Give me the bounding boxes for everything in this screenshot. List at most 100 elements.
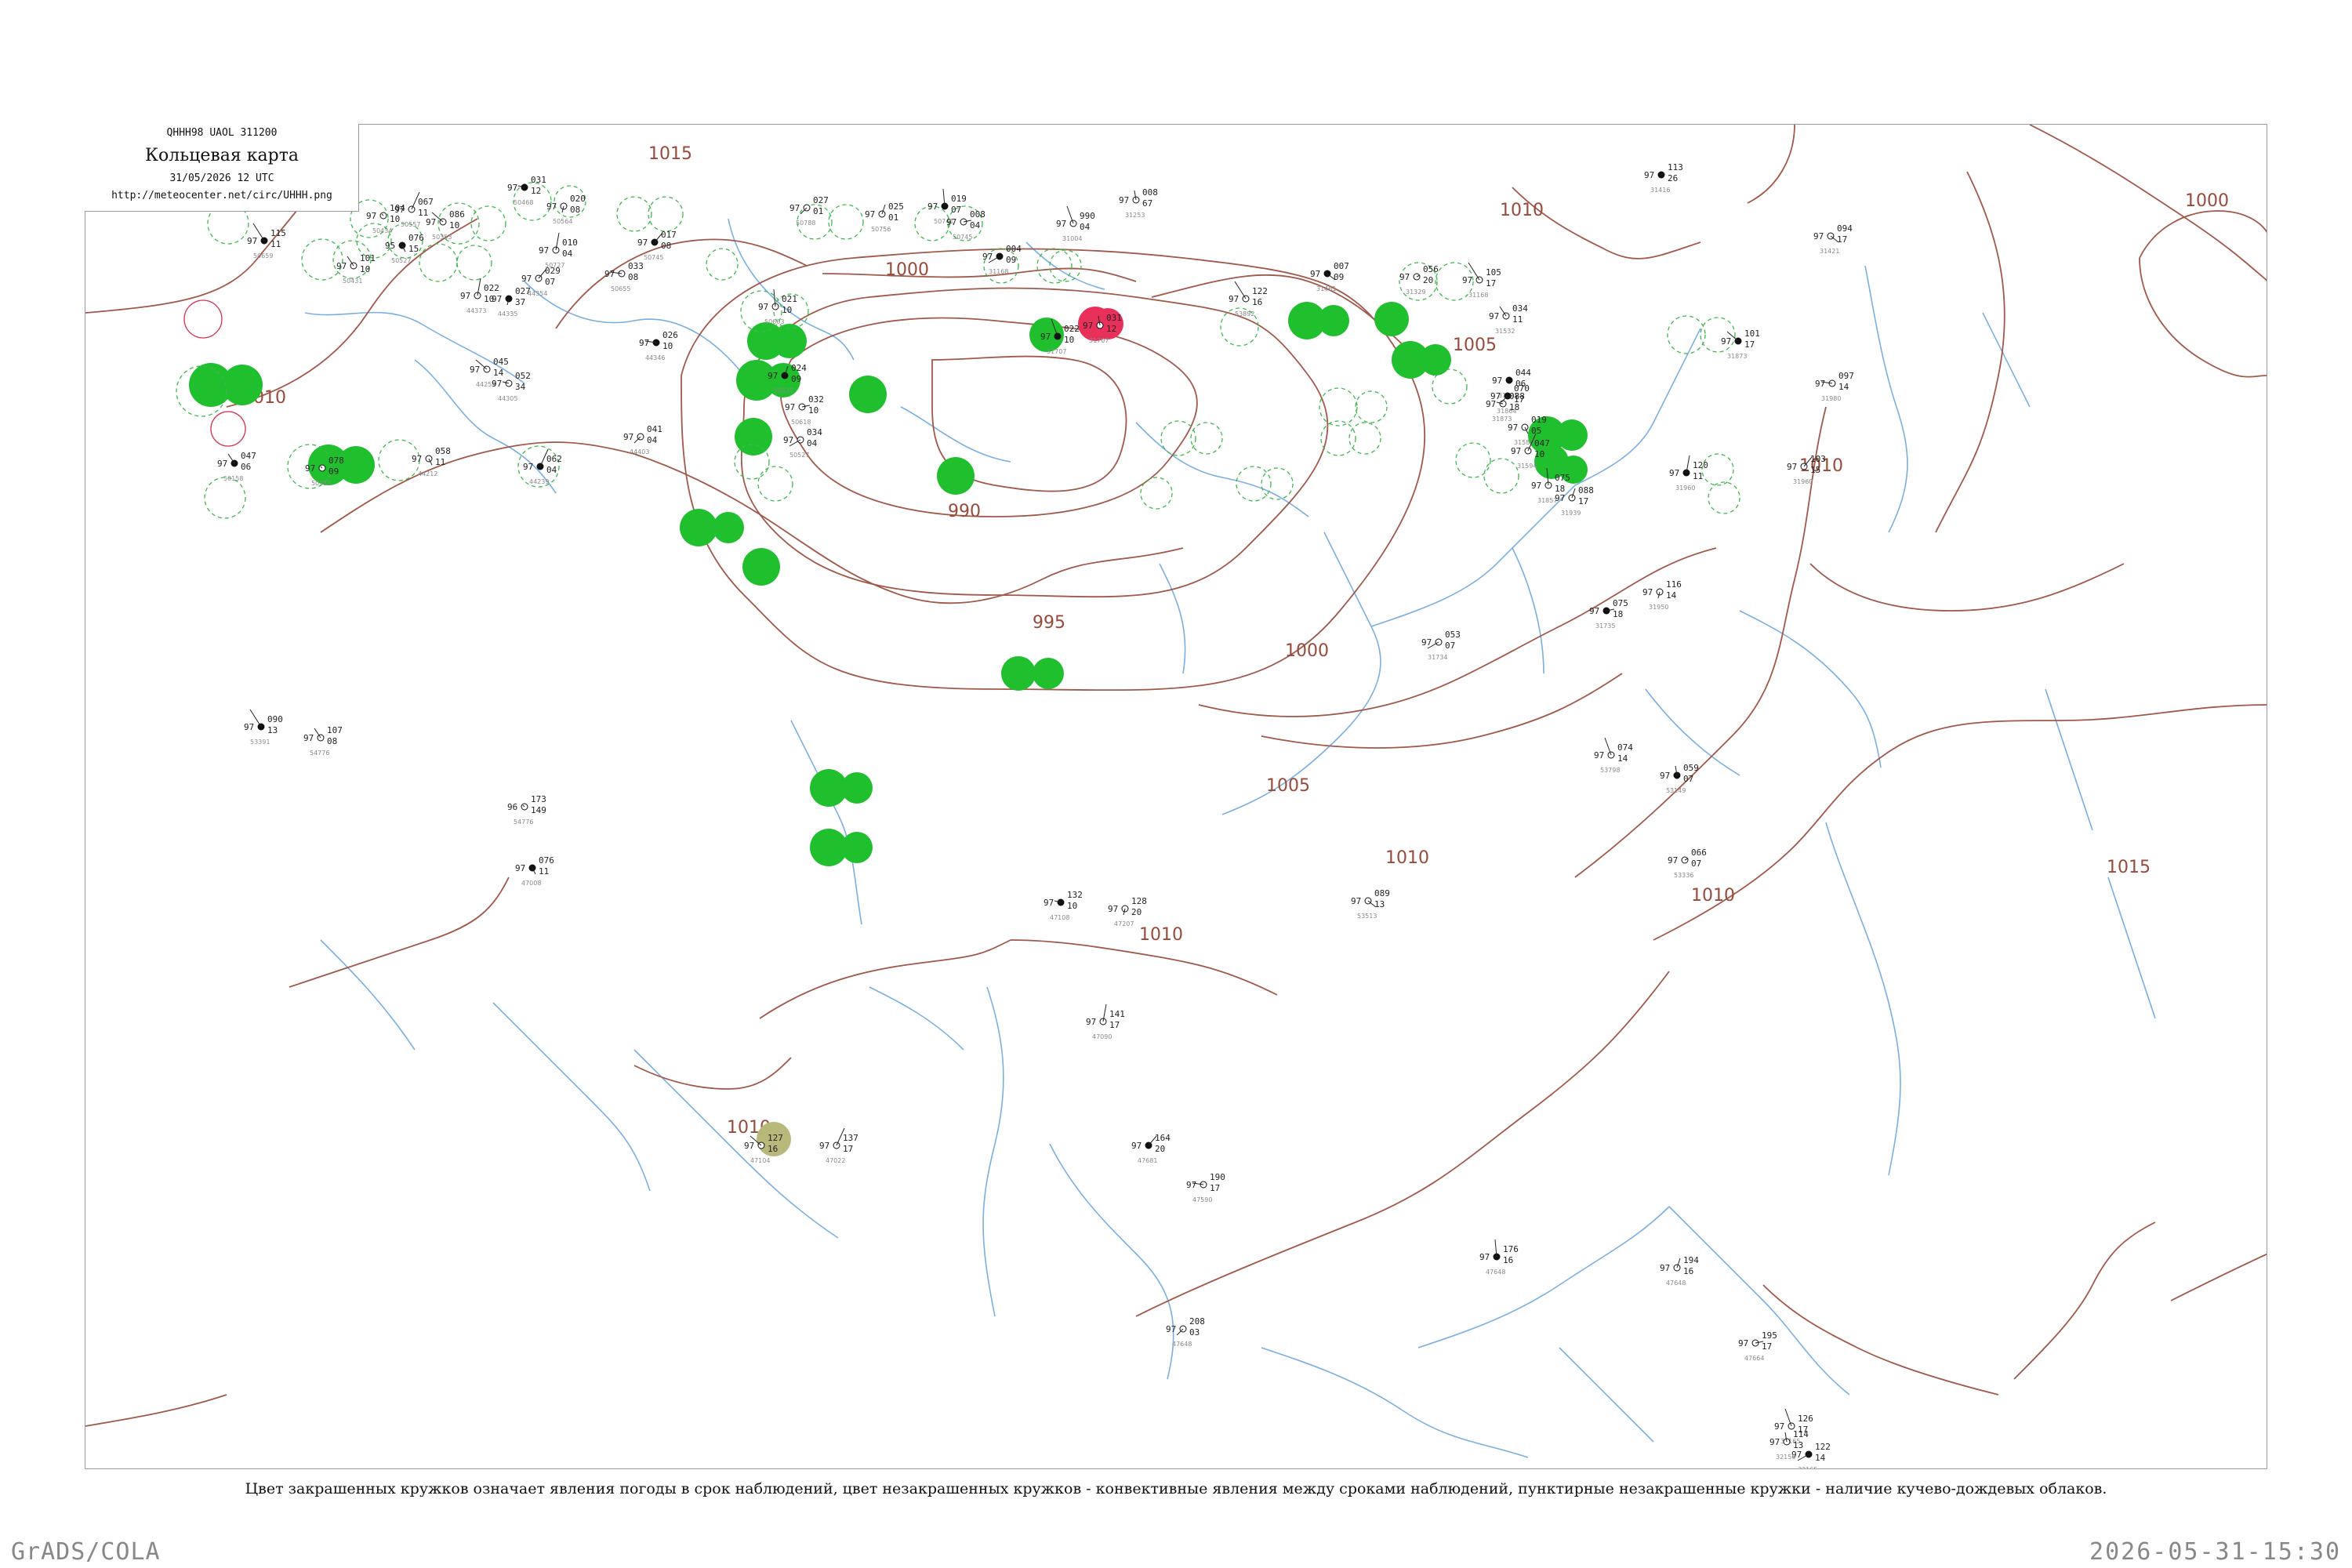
cb-marker [757,466,793,502]
station-index: 47664 [1744,1355,1764,1362]
station-index: 31873 [1727,353,1747,360]
station-plot: 97 09714 31980 [1815,371,1854,402]
cb-marker [1432,368,1468,405]
station-tendency-value: 01 [813,206,823,216]
station-index: 47008 [521,880,541,887]
station-index: 31734 [1428,654,1447,661]
station-pressure-tendency: 95 [385,241,395,251]
rain-marker [1033,658,1064,689]
cb-marker [1708,481,1740,514]
station-index: 50603 [764,318,784,325]
station-index: 31168 [989,268,1008,275]
station-pressure: 076 [408,233,424,243]
station-pressure-tendency: 97 [1056,219,1066,229]
station-pressure: 094 [1837,223,1853,234]
station-pressure: 045 [493,357,509,367]
station-pressure: 990 [1080,211,1095,221]
station-index: 47648 [1486,1269,1505,1276]
station-plot: 97 07414 53798 [1594,737,1633,774]
rain-marker [1318,305,1349,336]
station-pressure-tendency: 97 [768,371,778,381]
station-tendency-value: 17 [1578,496,1588,506]
rain-marker [849,376,887,413]
station-index: 32150 [1776,1454,1795,1461]
station-pressure-tendency: 97 [523,462,533,472]
isobar-label: 1010 [1500,201,1544,220]
station-tendency-value: 17 [1514,394,1524,405]
station-pressure-tendency: 97 [1131,1141,1142,1151]
station-index: 31960 [1793,478,1813,485]
station-plot: 97 10517 31168 [1462,262,1501,299]
map-caption: Цвет закрашенных кружков означает явлени… [245,1480,2107,1497]
station-pressure-tendency: 97 [1668,855,1678,866]
cb-marker [1455,442,1491,478]
station-tendency-value: 04 [562,249,573,259]
station-pressure: 078 [328,456,344,466]
station-tendency-value: 14 [493,368,504,378]
station-plot: 97 05307 31734 [1421,630,1461,661]
station-tendency-value: 12 [1106,324,1116,334]
station-plot: 97 13717 47022 [819,1127,858,1164]
station-tendency-value: 17 [1109,1020,1120,1030]
station-pressure: 128 [1131,896,1147,906]
station-plot: 97 10708 54776 [303,725,343,757]
rain-marker [222,365,263,405]
station-plot: 97 99004 31004 [1056,205,1095,242]
station-tendency-value: 10 [360,264,370,274]
station-pressure-tendency: 97 [1044,898,1054,908]
station-index: 54776 [514,818,533,826]
station-index: 31960 [1675,485,1695,492]
station-index: 31421 [1820,248,1839,255]
station-plot: 97 20803 47648 [1166,1316,1205,1348]
station-index: 50353 [432,234,452,241]
rain-marker [742,548,780,586]
map-url[interactable]: http://meteocenter.net/circ/UHHH.png [85,190,359,201]
station-pressure: 010 [562,238,578,248]
station-pressure: 105 [1486,267,1501,278]
station-pressure: 195 [1762,1330,1777,1341]
rain-marker [1420,344,1451,376]
station-index: 31707 [1047,348,1066,355]
station-tendency-value: 08 [327,736,337,746]
station-pressure-tendency: 97 [639,338,649,348]
station-index: 44354 [528,290,547,297]
station-pressure: 031 [531,175,546,185]
station-pressure-tendency: 97 [1769,1437,1780,1447]
station-plot: 97 02907 44354 [521,266,561,297]
station-pressure: 024 [791,363,807,373]
station-pressure: 008 [970,209,985,220]
station-index: 50527 [391,257,411,264]
station-pressure: 122 [1252,286,1268,296]
station-plot: 97 04104 44403 [623,424,662,456]
station-pressure: 059 [1683,763,1699,773]
station-tendency-value: 07 [1445,641,1455,651]
cb-marker [1236,466,1272,502]
station-pressure: 047 [1534,438,1550,448]
rain-marker [713,512,744,543]
rain-marker [841,772,873,804]
station-tendency-value: 16 [768,1144,778,1154]
station-tendency-value: 10 [1067,901,1077,911]
station-pressure-tendency: 97 [1492,376,1502,386]
rain-marker [772,324,807,358]
station-pressure-tendency: 97 [546,201,557,212]
station-pressure: 075 [1555,473,1570,483]
station-plot: 97 05620 31329 [1399,264,1439,296]
station-pressure: 056 [1423,264,1439,274]
station-plot: 97 12820 47207 [1108,896,1147,927]
station-pressure: 034 [807,427,822,437]
station-tendency-value: 05 [1531,426,1541,436]
station-tendency-value: 14 [1617,753,1628,764]
station-pressure: 114 [1793,1429,1809,1439]
station-index: 50353 [311,480,331,487]
station-pressure: 101 [1744,328,1760,339]
station-tendency-value: 18 [1613,609,1623,619]
station-pressure-tendency: 97 [412,454,422,464]
station-tendency-value: 04 [807,438,818,448]
station-pressure: 137 [843,1133,858,1143]
station-index: 31253 [1125,212,1145,219]
station-tendency-value: 17 [843,1144,853,1154]
station-plot: 97 09417 31421 [1813,223,1853,255]
station-index: 50527 [789,452,809,459]
station-pressure-tendency: 97 [217,459,227,469]
